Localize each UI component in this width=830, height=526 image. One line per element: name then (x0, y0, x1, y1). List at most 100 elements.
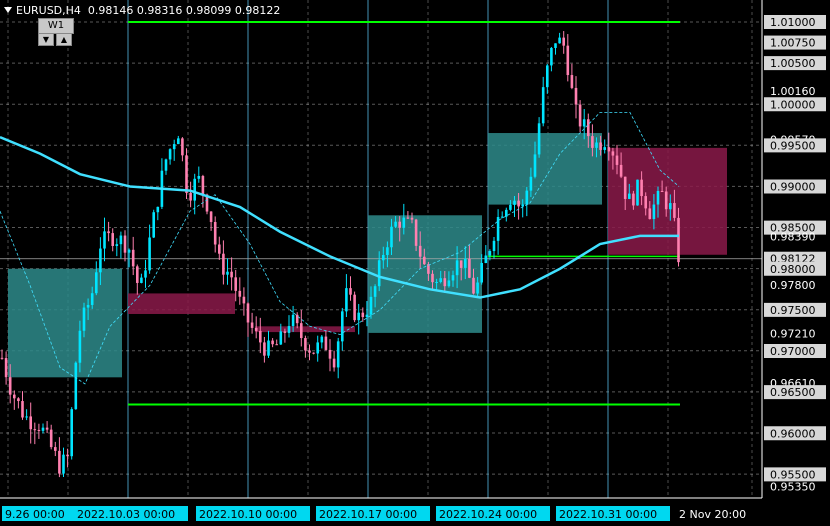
candle-body (70, 409, 73, 457)
price-tick-label: 0.95350 (770, 481, 816, 494)
candle-body (201, 176, 205, 195)
candle-body (669, 203, 672, 210)
candle-body (148, 237, 151, 271)
candle-body (505, 209, 508, 217)
candle-body (435, 282, 438, 284)
candle-body (476, 282, 479, 294)
zone-box (8, 268, 122, 378)
candle-body (533, 154, 537, 177)
candle-body (431, 273, 434, 283)
candle-body (29, 416, 32, 430)
candle-body (550, 47, 553, 66)
candle-body (341, 311, 344, 342)
candle-body (271, 340, 274, 345)
candle-body (107, 231, 110, 234)
candle-body (246, 303, 250, 323)
chart-header: EURUSD,H4 0.98146 0.98316 0.98099 0.9812… (4, 4, 280, 17)
candle-body (595, 142, 598, 148)
candle-body (238, 290, 242, 297)
candle-body (349, 288, 352, 295)
candle-body (398, 221, 401, 228)
candle-body (263, 342, 266, 356)
candle-body (41, 427, 45, 431)
candle-body (189, 192, 192, 201)
candle-body (496, 217, 500, 241)
candle-body (193, 178, 196, 201)
candle-body (66, 454, 69, 457)
candle-body (373, 286, 377, 297)
price-tick-label: 0.99500 (770, 139, 816, 152)
candle-body (8, 377, 12, 395)
candle-body (267, 340, 270, 356)
candle-body (464, 258, 467, 268)
price-tick-label: 0.97000 (770, 345, 816, 358)
candle-body (640, 179, 643, 197)
candle-body (25, 416, 28, 418)
candle-body (283, 331, 287, 333)
candle-body (33, 429, 37, 431)
candle-body (78, 330, 82, 363)
time-tick-label: 2022.10.24 00:00 (439, 508, 537, 521)
candle-body (230, 271, 233, 278)
price-chart[interactable]: 1.01000 1.00750 1.00500 1.001601.00000 0.995… (0, 0, 830, 526)
candle-body (517, 200, 520, 207)
candle-body (611, 151, 615, 156)
candle-body (332, 358, 336, 368)
candle-body (521, 204, 524, 207)
time-tick-label: 2 Nov 20:00 (679, 508, 746, 521)
candle-body (172, 144, 176, 150)
dropdown-arrow-icon[interactable] (4, 7, 12, 13)
candle-body (628, 193, 631, 199)
candle-body (529, 176, 533, 191)
down-arrow-icon[interactable]: ▼ (38, 33, 54, 46)
candle-body (537, 123, 541, 155)
time-tick-label: 2022.10.31 00:00 (559, 508, 657, 521)
candle-body (222, 253, 225, 275)
candle-body (115, 244, 119, 246)
candle-body (156, 206, 160, 213)
candle-body (459, 260, 463, 268)
candle-body (587, 119, 590, 137)
candle-body (324, 336, 328, 350)
candle-body (418, 245, 422, 257)
candle-body (664, 191, 668, 210)
candle-body (541, 87, 545, 124)
candle-body (119, 235, 123, 245)
candle-body (90, 293, 94, 305)
low-price: 0.98099 (185, 4, 232, 17)
candle-body (353, 294, 356, 321)
candle-body (21, 401, 24, 418)
price-tick-label: 1.00160 (770, 85, 816, 98)
up-arrow-icon[interactable]: ▲ (56, 33, 72, 46)
candle-body (4, 358, 8, 378)
candle-body (554, 43, 557, 48)
candle-body (0, 357, 4, 359)
zone-box (255, 326, 355, 333)
candle-body (447, 280, 451, 287)
candle-body (164, 159, 168, 171)
candle-body (660, 190, 664, 192)
timeframe-button[interactable]: W1 (38, 18, 74, 34)
candle-body (312, 352, 315, 354)
candle-body (226, 271, 229, 275)
candle-body (99, 248, 102, 273)
candle-body (410, 217, 414, 220)
candle-body (136, 266, 139, 283)
time-tick-label: 2022.10.10 00:00 (199, 508, 297, 521)
candle-body (615, 155, 619, 165)
time-tick-label: 2022.10.03 00:00 (77, 508, 175, 521)
candle-body (652, 204, 656, 220)
candle-body (439, 278, 442, 283)
candle-body (509, 204, 512, 210)
price-tick-label: 0.95500 (770, 468, 816, 481)
candle-body (377, 260, 381, 287)
candle-body (177, 138, 180, 145)
candle-body (574, 87, 578, 105)
time-tick-label: 9.26 00:00 (5, 508, 65, 521)
candle-body (562, 37, 565, 46)
candle-body (316, 342, 319, 354)
high-price: 0.98316 (136, 4, 183, 17)
candle-body (103, 231, 106, 249)
candle-body (632, 193, 635, 206)
candle-body (254, 327, 258, 331)
